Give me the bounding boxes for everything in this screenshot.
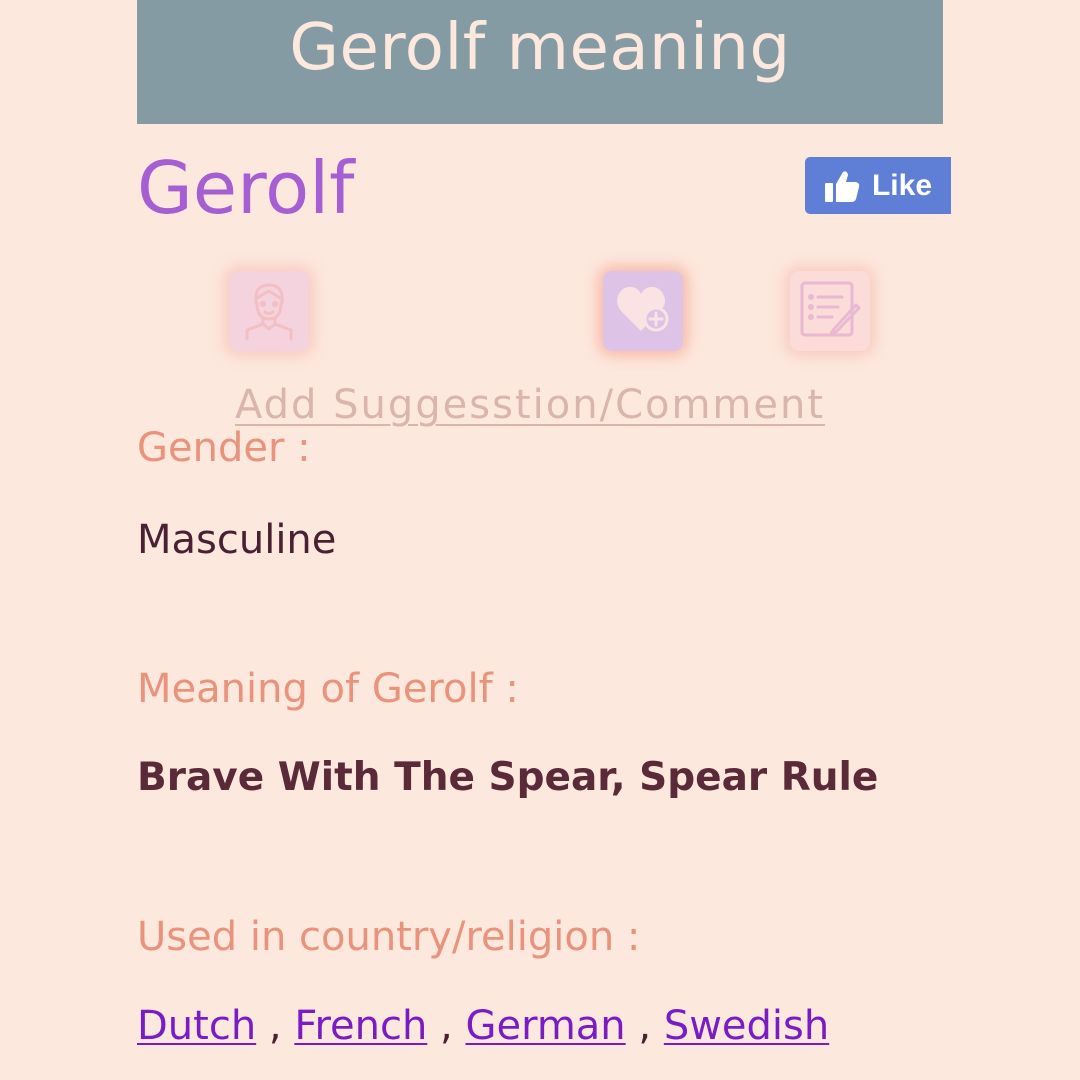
countries-label: Used in country/religion : (137, 914, 641, 960)
edit-note-icon (798, 277, 862, 345)
country-link-german[interactable]: German (465, 1003, 625, 1049)
gender-value: Masculine (137, 517, 337, 563)
country-link-swedish[interactable]: Swedish (664, 1003, 829, 1049)
like-label: Like (871, 168, 933, 202)
gender-label: Gender : (137, 425, 311, 471)
avatar-icon (239, 277, 299, 345)
separator: , (256, 1003, 295, 1049)
separator: , (625, 1003, 664, 1049)
page: Gerolf meaning Gerolf Like Add Suggessti… (0, 0, 1080, 1080)
country-link-dutch[interactable]: Dutch (137, 1003, 256, 1049)
meaning-label: Meaning of Gerolf : (137, 666, 519, 712)
avatar-button[interactable] (229, 271, 309, 351)
add-suggestion-link[interactable]: Add Suggesstion/Comment (235, 382, 825, 428)
facebook-like-button[interactable]: Like (805, 157, 951, 214)
add-favorite-button[interactable] (603, 271, 683, 351)
name-heading: Gerolf (137, 146, 355, 230)
country-list: Dutch , French , German , Swedish (137, 1006, 829, 1046)
page-title: Gerolf meaning (289, 11, 791, 85)
heart-plus-icon (613, 281, 673, 341)
separator: , (427, 1003, 466, 1049)
thumbs-up-icon (824, 169, 860, 203)
header-banner: Gerolf meaning (137, 0, 943, 124)
edit-note-button[interactable] (790, 271, 870, 351)
meaning-value: Brave With The Spear, Spear Rule (137, 755, 879, 800)
country-link-french[interactable]: French (294, 1003, 427, 1049)
